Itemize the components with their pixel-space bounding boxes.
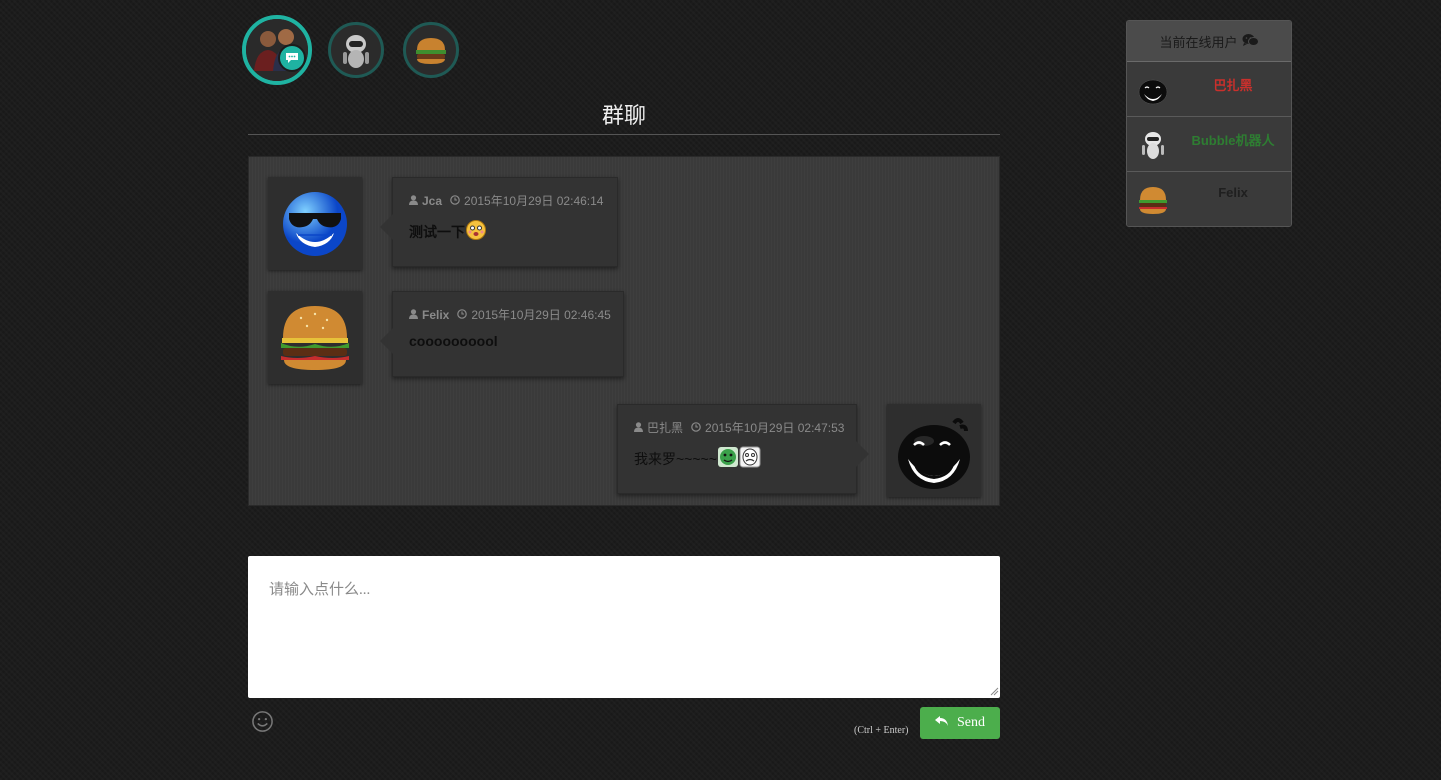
emoji-smiley-icon[interactable] xyxy=(251,710,274,733)
clock-icon xyxy=(457,308,468,322)
send-button[interactable]: Send xyxy=(920,707,1000,739)
message-input[interactable] xyxy=(248,556,1000,698)
rage-face-emoji-icon xyxy=(739,446,761,471)
user-icon xyxy=(634,421,643,435)
message-text: 我来罗~~~~~ xyxy=(634,450,717,467)
send-shortcut-hint: (Ctrl + Enter) xyxy=(854,725,909,736)
message-time: 2015年10月29日 02:46:14 xyxy=(464,194,604,208)
hamburger-icon xyxy=(416,38,446,64)
robot-icon xyxy=(343,35,369,68)
message-bubble: 巴扎黑 2015年10月29日 02:47:53 我来罗~~~~~ xyxy=(617,404,869,494)
message-avatar[interactable] xyxy=(268,291,362,384)
reply-arrow-icon xyxy=(935,715,949,732)
robot-chat-avatar[interactable] xyxy=(328,22,384,78)
message-text: coooooooool xyxy=(409,333,498,349)
blue-sunglasses-smiley-icon xyxy=(283,191,347,256)
message-meta: Jca 2015年10月29日 02:46:14 xyxy=(409,192,604,209)
black-laughing-blob-icon xyxy=(898,417,970,489)
message-text: 测试一下 xyxy=(409,223,465,240)
chat-message-list[interactable]: Jca 2015年10月29日 02:46:14 测试一下 Felix 2015… xyxy=(248,156,1000,506)
hamburger-icon xyxy=(1139,187,1167,214)
wechat-icon xyxy=(1242,33,1259,50)
online-user-name: Bubble机器人 xyxy=(1191,133,1275,148)
felix-chat-avatar[interactable] xyxy=(403,22,459,78)
message-avatar[interactable] xyxy=(268,177,362,270)
user-icon xyxy=(409,308,418,322)
title-divider xyxy=(248,134,1000,135)
message-bubble: Felix 2015年10月29日 02:46:45 coooooooool xyxy=(380,291,624,377)
black-blob-icon xyxy=(1138,79,1168,105)
online-user-item[interactable]: Bubble机器人 xyxy=(1127,117,1291,172)
message-time: 2015年10月29日 02:46:45 xyxy=(471,308,611,322)
send-label: Send xyxy=(957,715,985,730)
message-time: 2015年10月29日 02:47:53 xyxy=(705,421,845,435)
clock-icon xyxy=(450,194,460,208)
message-author: Felix xyxy=(422,307,450,322)
message-bubble: Jca 2015年10月29日 02:46:14 测试一下 xyxy=(380,177,618,267)
message-meta: 巴扎黑 2015年10月29日 02:47:53 xyxy=(634,419,844,436)
clock-icon xyxy=(691,421,701,435)
resize-grip-icon[interactable] xyxy=(990,687,999,696)
robot-icon xyxy=(1142,132,1164,159)
message-author: Jca xyxy=(422,193,443,208)
message-avatar[interactable] xyxy=(887,404,981,497)
chat-bubble-icon xyxy=(278,44,306,72)
online-user-name: Felix xyxy=(1218,185,1248,200)
online-user-item[interactable]: Felix xyxy=(1127,172,1291,226)
hamburger-icon xyxy=(281,305,349,370)
online-users-panel: 当前在线用户 巴扎黑 Bubble机器人 Felix xyxy=(1126,20,1292,227)
user-icon xyxy=(409,194,418,208)
online-users-header: 当前在线用户 xyxy=(1127,21,1291,62)
page-title: 群聊 xyxy=(601,104,646,129)
message-meta: Felix 2015年10月29日 02:46:45 xyxy=(409,306,611,323)
green-face-emoji-icon xyxy=(717,446,739,471)
online-users-title: 当前在线用户 xyxy=(1159,34,1238,50)
message-author: 巴扎黑 xyxy=(647,421,684,435)
online-user-item[interactable]: 巴扎黑 xyxy=(1127,62,1291,117)
blushing-face-emoji-icon xyxy=(465,219,487,244)
online-user-name: 巴扎黑 xyxy=(1213,78,1253,93)
